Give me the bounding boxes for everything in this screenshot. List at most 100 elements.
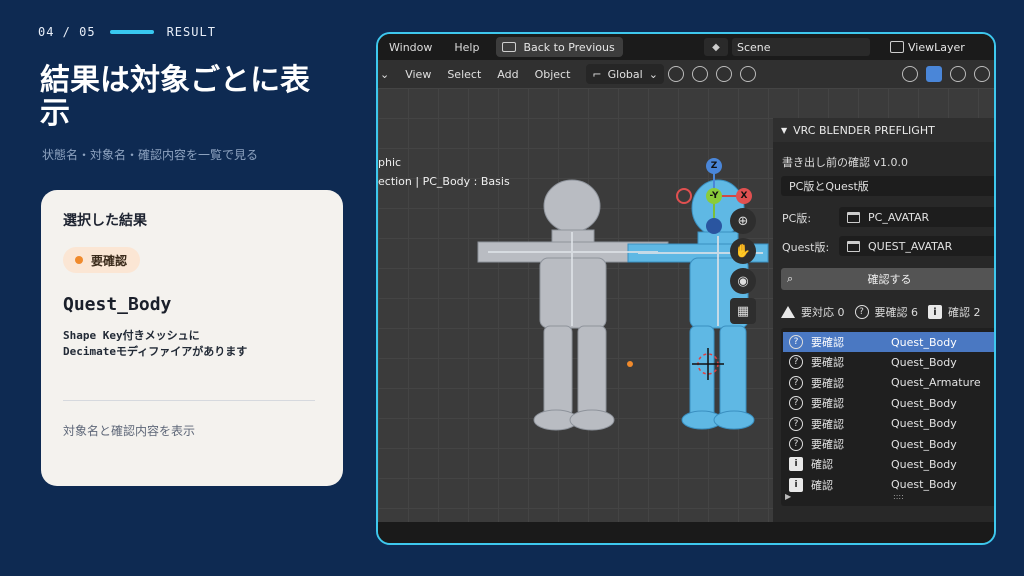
status-badge-label: 要確認 (91, 253, 128, 268)
resize-handle-icon[interactable]: :::: (893, 492, 904, 501)
gizmo-neg-z-axis[interactable] (706, 218, 722, 234)
info-icon: i (789, 477, 803, 492)
step-progress-bar (109, 30, 154, 34)
gizmo-toggle-icon[interactable] (926, 66, 942, 82)
origin-point-icon (627, 361, 633, 367)
result-status: 要確認 (811, 438, 844, 451)
result-status: 要確認 (811, 356, 844, 370)
result-status: 要確認 (811, 397, 844, 411)
result-description: Shape Key付きメッシュに Decimateモディファイアがあります (63, 328, 323, 360)
panel-title: VRC BLENDER PREFLIGHT (793, 123, 935, 137)
zoom-icon[interactable]: ⊕ (730, 208, 756, 234)
check-button-label: 確認する (867, 273, 912, 286)
result-status: 要確認 (811, 336, 844, 349)
step-number: 04 / 05 (38, 25, 96, 39)
pivot-icon[interactable] (667, 66, 684, 82)
back-to-previous-button[interactable]: Back to Previous (496, 37, 623, 57)
object-icon (847, 240, 860, 252)
quest-label: Quest版: (782, 241, 830, 254)
pan-hand-icon[interactable]: ✋ (730, 238, 756, 264)
result-row[interactable]: ? 要確認 Quest_Armature (783, 373, 994, 393)
grid-icon[interactable]: ▦ (730, 298, 756, 324)
snap-icon[interactable] (691, 66, 708, 82)
gizmo-neg-x-axis[interactable] (676, 188, 692, 204)
chevron-down-icon: ⌄ (648, 67, 658, 81)
screen-icon (502, 42, 517, 52)
orientation-label: Global (607, 67, 643, 81)
result-target: Quest_Body (891, 457, 957, 471)
question-icon: ? (854, 305, 869, 319)
scene-selector[interactable]: ◆ Scene (704, 37, 870, 57)
viewport-view-name: phic (378, 156, 402, 169)
result-row[interactable]: i 確認 Quest_Body (783, 454, 994, 474)
scene-name-field[interactable]: Scene (732, 38, 870, 56)
result-status: 要確認 (811, 376, 844, 390)
card-footer: 対象名と確認内容を表示 (63, 424, 196, 438)
view-layer-icon (890, 41, 904, 53)
transform-orientation-dropdown[interactable]: ⌐ Global ⌄ (586, 64, 664, 84)
result-row[interactable]: ? 要確認 Quest_Body (783, 414, 994, 434)
menu-view[interactable]: View (397, 68, 439, 81)
visibility-icon[interactable] (902, 66, 918, 82)
result-target: Quest_Body (891, 355, 957, 369)
collapse-triangle-icon[interactable]: ▼ (781, 126, 787, 135)
step-indicator: 04 / 05 RESULT (38, 25, 216, 39)
status-bar (378, 522, 994, 543)
pc-object-field[interactable]: PC_AVATAR (839, 207, 994, 227)
object-name: Quest_Body (63, 294, 172, 315)
result-summary: 要対応 0 ? 要確認 6 i 確認 2 (781, 304, 981, 320)
overlay-icon[interactable] (950, 66, 966, 82)
viewport-header: ⌄ View Select Add Object ⌐ Global ⌄ (378, 60, 994, 88)
menu-window[interactable]: Window (378, 41, 443, 54)
vrc-preflight-panel: ▼ VRC BLENDER PREFLIGHT 書き出し前の確認 v1.0.0 … (773, 118, 994, 522)
panel-header[interactable]: ▼ VRC BLENDER PREFLIGHT (773, 118, 994, 142)
description-line-2: Decimateモディファイアがあります (63, 345, 248, 358)
result-row[interactable]: ? 要確認 Quest_Body (783, 434, 994, 454)
chevron-down-icon[interactable]: ⌄ (378, 68, 397, 81)
result-target: Quest_Body (891, 335, 957, 349)
result-target: Quest_Body (891, 417, 957, 431)
result-target: Quest_Body (891, 437, 957, 451)
info-icon: i (928, 305, 942, 319)
info-icon: i (789, 457, 803, 472)
question-icon: ? (789, 335, 803, 349)
gizmo-x-axis[interactable]: X (736, 188, 752, 204)
panel-subtitle: 書き出し前の確認 v1.0.0 (782, 156, 908, 169)
view-layer-selector[interactable]: ViewLayer (890, 37, 994, 57)
results-list[interactable]: ? 要確認 Quest_Body? 要確認 Quest_Body? 要確認 Quest_Ar… (781, 328, 994, 506)
card-divider (63, 400, 315, 401)
expand-triangle-icon[interactable]: ▶ (785, 492, 791, 501)
menu-help[interactable]: Help (443, 41, 490, 54)
result-row[interactable]: ? 要確認 Quest_Body (783, 352, 994, 372)
result-row[interactable]: ? 要確認 Quest_Body (783, 393, 994, 413)
stat-action: 要対応 0 (801, 306, 845, 319)
check-button[interactable]: ⌕ 確認する (781, 268, 994, 290)
back-to-previous-label: Back to Previous (523, 40, 615, 54)
result-status: 確認 (811, 458, 833, 472)
result-status: 確認 (811, 478, 833, 492)
question-icon: ? (789, 437, 803, 451)
menu-add[interactable]: Add (489, 68, 526, 81)
slide-subtitle: 状態名・対象名・確認内容を一覧で見る (42, 148, 259, 162)
camera-icon[interactable]: ◉ (730, 268, 756, 294)
warning-icon (781, 306, 795, 318)
result-row[interactable]: i 確認 Quest_Body (783, 475, 994, 495)
slide-title: 結果は対象ごとに表示 (40, 63, 310, 131)
quest-object-field[interactable]: QUEST_AVATAR (839, 236, 994, 256)
proportional-edit-icon[interactable] (715, 66, 732, 82)
mode-dropdown[interactable]: PC版とQuest版 (781, 176, 994, 196)
gizmo-y-axis[interactable]: -Y (706, 188, 722, 204)
result-detail-card: 選択した結果 要確認 Quest_Body Shape Key付きメッシュに D… (41, 190, 343, 486)
search-icon: ⌕ (787, 272, 794, 285)
menu-object[interactable]: Object (527, 68, 579, 81)
gizmo-z-axis[interactable]: Z (706, 158, 722, 174)
result-row[interactable]: ? 要確認 Quest_Body (783, 332, 994, 352)
card-heading: 選択した結果 (63, 213, 147, 229)
menu-select[interactable]: Select (439, 68, 489, 81)
step-label: RESULT (166, 25, 216, 39)
falloff-icon[interactable] (739, 66, 756, 82)
result-target: Quest_Armature (891, 376, 981, 390)
question-icon: ? (789, 416, 803, 431)
result-status: 要確認 (811, 417, 844, 431)
shading-icon[interactable] (974, 66, 990, 82)
